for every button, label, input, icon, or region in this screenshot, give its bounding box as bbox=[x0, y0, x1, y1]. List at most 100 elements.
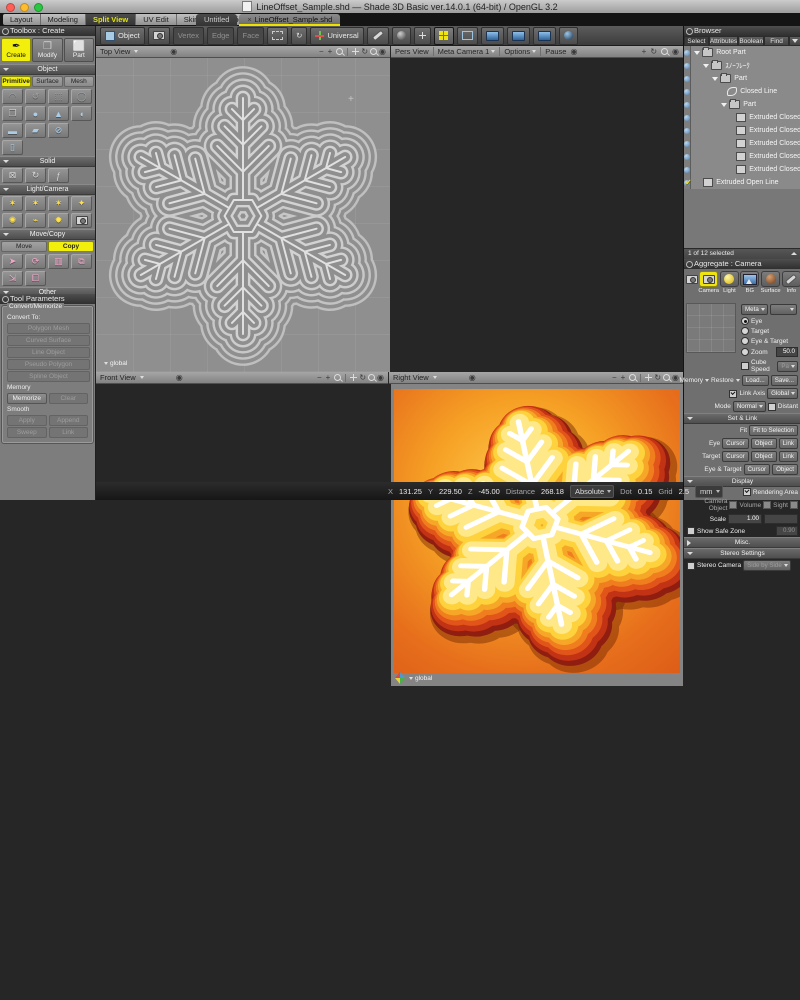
tree-row-part2[interactable]: Part bbox=[691, 98, 800, 111]
browser-empty-area[interactable] bbox=[684, 189, 800, 248]
cylinder-tool-icon[interactable]: ▰ bbox=[25, 123, 46, 138]
convert-curved-surface-button[interactable]: Curved Surface bbox=[7, 335, 90, 346]
target-object-button[interactable]: Object bbox=[751, 451, 777, 462]
box-tool-icon[interactable]: ▬ bbox=[2, 123, 23, 138]
magnifier-icon[interactable] bbox=[336, 48, 343, 55]
eye-target-radio[interactable] bbox=[741, 337, 749, 345]
spot-light-tool-icon[interactable]: ✶ bbox=[25, 196, 46, 211]
zoom-out-icon[interactable]: − bbox=[319, 48, 324, 56]
rotate-view-icon[interactable]: ↻ bbox=[650, 48, 657, 56]
surface-tab[interactable]: Surface bbox=[32, 76, 62, 87]
pan-view-icon[interactable] bbox=[350, 374, 357, 381]
view-menu-icon[interactable]: ◉ bbox=[672, 48, 679, 56]
aggregate-tab-bg[interactable]: BG bbox=[740, 271, 759, 294]
object-mode-button[interactable]: Object bbox=[100, 27, 145, 45]
tube-tool-icon[interactable]: ▯ bbox=[2, 140, 23, 155]
eye-object-button[interactable]: Object bbox=[751, 438, 777, 449]
tree-row-snowflake[interactable]: ｽﾉｰﾌﾚｰｸ bbox=[691, 59, 800, 72]
stereo-section-header[interactable]: Stereo Settings bbox=[684, 548, 800, 559]
primitive-tab[interactable]: Primitive bbox=[1, 76, 31, 87]
area-light-tool-icon[interactable]: ✦ bbox=[71, 196, 92, 211]
view-menu-icon[interactable]: ◉ bbox=[377, 374, 384, 382]
pers-render-icon[interactable]: ◉ bbox=[570, 48, 577, 56]
eye-link-button[interactable]: Link bbox=[779, 438, 798, 449]
tab-layout[interactable]: Layout bbox=[3, 14, 41, 25]
wedge-tool-icon[interactable]: ◖ bbox=[71, 106, 92, 121]
expander-icon[interactable] bbox=[721, 103, 727, 107]
eye-cursor-button[interactable]: Cursor bbox=[722, 438, 749, 449]
four-view-layout-button[interactable] bbox=[434, 27, 454, 45]
append-button[interactable]: Append bbox=[49, 415, 89, 426]
pan-view-button[interactable] bbox=[414, 27, 431, 45]
top-viewport[interactable]: + global bbox=[96, 58, 390, 372]
zoom-area-icon[interactable] bbox=[368, 374, 375, 381]
tree-row-root-part[interactable]: Root Part bbox=[691, 46, 800, 59]
view-menu-icon[interactable]: ◉ bbox=[672, 374, 679, 382]
camera-button[interactable] bbox=[148, 27, 170, 45]
visibility-dot[interactable] bbox=[684, 63, 690, 69]
aggregate-tab-info[interactable]: Info bbox=[782, 271, 800, 294]
pan-view-icon[interactable] bbox=[645, 374, 652, 381]
camera-sub-dropdown[interactable] bbox=[770, 304, 797, 315]
rounded-box-tool-icon[interactable]: ❒ bbox=[2, 106, 23, 121]
solid-box-tool-icon[interactable]: ⊠ bbox=[2, 168, 23, 183]
aggregate-tab-light[interactable]: Light bbox=[720, 271, 739, 294]
magnifier-icon[interactable] bbox=[661, 48, 668, 55]
wireframe-display-button[interactable] bbox=[457, 27, 478, 45]
visibility-dot[interactable] bbox=[684, 141, 690, 147]
pers-view-global-tag[interactable]: global bbox=[409, 675, 432, 682]
tree-row-extruded-closed[interactable]: Extruded Closed bbox=[691, 150, 800, 163]
zoom-in-icon[interactable]: + bbox=[621, 374, 626, 382]
eyetarget-cursor-button[interactable]: Cursor bbox=[744, 464, 771, 475]
zoom-area-icon[interactable] bbox=[663, 374, 670, 381]
scale-field[interactable]: 1.00 bbox=[728, 514, 762, 524]
part-mode-button[interactable]: ⬜Part bbox=[64, 38, 94, 62]
pers-options-menu[interactable]: Options bbox=[504, 47, 530, 56]
aggregate-tab-camera[interactable]: Camera bbox=[699, 271, 719, 294]
universal-manipulator-button[interactable]: Universal bbox=[310, 27, 363, 45]
cone-tool-icon[interactable]: ▲ bbox=[48, 106, 69, 121]
unit-dropdown[interactable]: mm bbox=[695, 485, 723, 498]
view-settings-icon[interactable]: ◉ bbox=[469, 374, 476, 382]
visibility-dot[interactable] bbox=[684, 50, 690, 56]
camera-tool-icon[interactable] bbox=[71, 213, 92, 228]
rect-tool-icon[interactable]: ⬚ bbox=[48, 89, 69, 104]
face-mode-button[interactable]: Face bbox=[237, 27, 264, 45]
move-copy-section-header[interactable]: Move/Copy bbox=[0, 229, 95, 240]
zoom-in-icon[interactable]: + bbox=[642, 48, 647, 56]
link-axis-checkbox[interactable] bbox=[729, 390, 737, 398]
tab-modeling[interactable]: Modeling bbox=[41, 14, 86, 25]
object-section-header[interactable]: Object bbox=[0, 64, 95, 75]
scale-field2[interactable] bbox=[764, 514, 798, 524]
tree-row-part[interactable]: Part bbox=[691, 72, 800, 85]
set-link-section-header[interactable]: Set & Link bbox=[684, 413, 800, 424]
distant-checkbox[interactable] bbox=[768, 403, 776, 411]
restore-flyout[interactable]: Restore bbox=[711, 377, 734, 384]
rotate-view-icon[interactable]: ↻ bbox=[654, 374, 661, 382]
rendering-area-checkbox[interactable] bbox=[743, 488, 751, 496]
front-view-label[interactable]: Front View bbox=[100, 373, 136, 382]
tree-row-extruded-closed[interactable]: Extruded Closed bbox=[691, 124, 800, 137]
tab-uv-edit[interactable]: UV Edit bbox=[136, 14, 176, 25]
vertex-mode-button[interactable]: Vertex bbox=[173, 27, 204, 45]
create-mode-button[interactable]: ✒Create bbox=[1, 38, 31, 62]
save-button[interactable]: Save... bbox=[771, 375, 798, 386]
shaded-display-button[interactable] bbox=[481, 27, 504, 45]
tree-row-extruded-open-line[interactable]: Extruded Open Line bbox=[691, 176, 800, 189]
memory-flyout[interactable]: Memory bbox=[680, 377, 703, 384]
array-copy-tool-icon[interactable]: ⧉ bbox=[71, 254, 92, 269]
expander-icon[interactable] bbox=[694, 51, 700, 55]
safe-zone-field[interactable]: 0.90 bbox=[776, 526, 798, 536]
aggregate-tab-surface[interactable]: Surface bbox=[761, 271, 781, 294]
eyetarget-object-button[interactable]: Object bbox=[772, 464, 798, 475]
visibility-dot[interactable] bbox=[684, 167, 690, 173]
coordinate-mode-dropdown[interactable]: Absolute bbox=[570, 485, 614, 498]
curve-tool-icon[interactable]: ↺ bbox=[25, 89, 46, 104]
safe-zone-checkbox[interactable] bbox=[687, 527, 695, 535]
preview-display-button[interactable] bbox=[533, 27, 556, 45]
expander-icon[interactable] bbox=[703, 64, 709, 68]
target-link-button[interactable]: Link bbox=[779, 451, 798, 462]
edge-mode-button[interactable]: Edge bbox=[207, 27, 235, 45]
visibility-dot[interactable] bbox=[684, 102, 690, 108]
magnifier-icon[interactable] bbox=[334, 374, 341, 381]
